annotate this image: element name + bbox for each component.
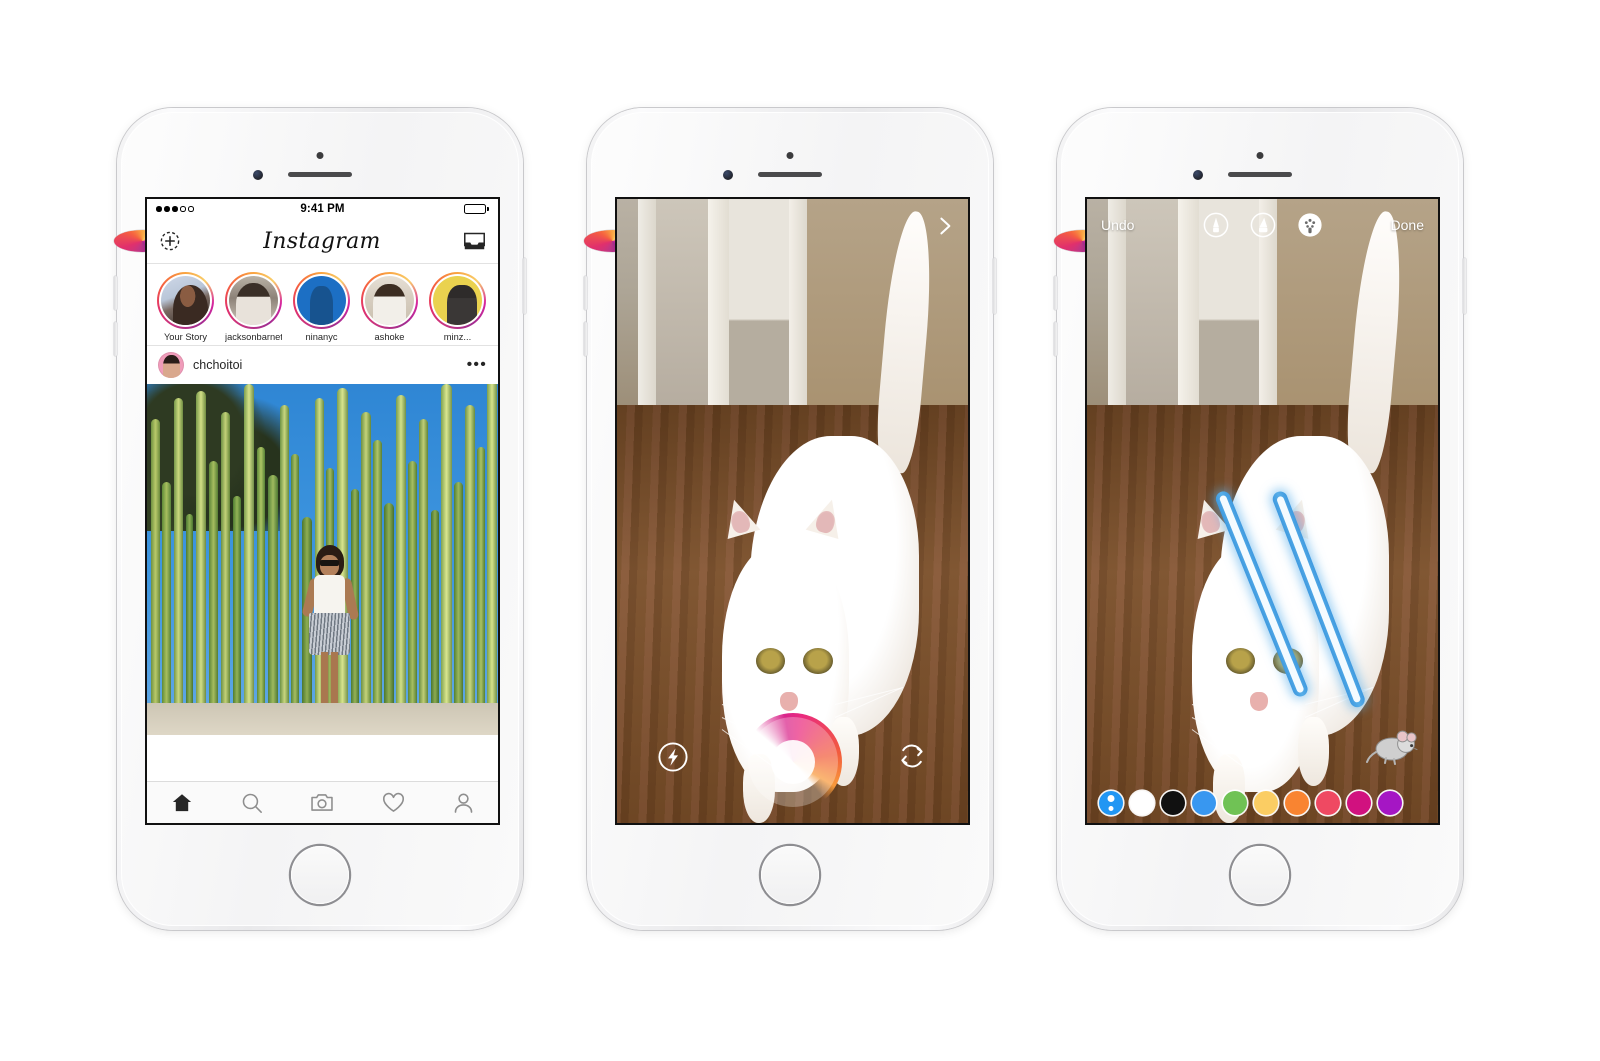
earpiece-speaker [758,172,822,177]
power-button[interactable] [1463,258,1466,314]
color-palette[interactable] [1087,783,1438,823]
story-label: jacksonbarnett [225,332,282,342]
post-more-options-icon[interactable]: ••• [467,357,487,373]
tab-home[interactable] [171,792,193,813]
color-swatch-red[interactable] [1316,791,1340,815]
story-label: minz... [443,332,472,342]
pen-tool-group [1203,212,1323,238]
volume-down-button[interactable] [1054,322,1057,356]
home-button[interactable] [761,846,819,904]
color-swatch-pink[interactable] [1347,791,1371,815]
device-phone-1: 9:41 PM Instagram Your Story jacksonbarn… [114,108,526,930]
story-item[interactable]: ninanyc [293,272,350,342]
proximity-sensor-icon [1256,152,1264,159]
story-item[interactable]: Your Story [157,272,214,342]
front-camera-icon [1193,170,1203,180]
avatar[interactable] [158,352,184,378]
shutter-button[interactable] [743,713,842,811]
tab-camera[interactable] [310,792,334,813]
avatar [296,275,347,326]
volume-down-button[interactable] [114,322,117,356]
home-button[interactable] [1231,846,1289,904]
person-in-photo [301,545,359,707]
eyedropper-icon[interactable] [1099,791,1123,815]
story-item[interactable]: ashoke [361,272,418,342]
story-ring [361,272,418,329]
front-camera-icon [723,170,733,180]
phone-2-screen [617,199,968,823]
proximity-sensor-icon [786,152,794,159]
post-photo[interactable] [147,384,498,735]
phone-3-screen: Undo Done [1087,199,1438,823]
tab-activity[interactable] [382,792,405,813]
done-button[interactable]: Done [1391,217,1424,233]
story-item[interactable]: minz... [429,272,486,342]
neon-glow-pen-icon[interactable] [1297,212,1323,238]
mouse-sticker[interactable] [1366,725,1418,765]
color-swatch-orange[interactable] [1285,791,1309,815]
device-phone-3: Undo Done [1054,108,1466,930]
flash-icon[interactable] [657,741,689,773]
screenshot-stage: 9:41 PM Instagram Your Story jacksonbarn… [0,0,1600,1061]
marker-pen-icon[interactable] [1203,212,1229,238]
tab-profile[interactable] [453,792,474,813]
volume-up-button[interactable] [114,276,117,310]
add-story-camera-icon[interactable] [159,230,181,252]
status-bar: 9:41 PM [147,199,498,219]
story-ring [157,272,214,329]
flip-camera-icon[interactable] [896,741,928,773]
highlighter-pen-icon[interactable] [1250,212,1276,238]
tab-search[interactable] [241,792,263,814]
stories-tray[interactable]: Your Story jacksonbarnett ninanyc ashoke… [147,264,498,346]
volume-down-button[interactable] [584,322,587,356]
home-button[interactable] [291,846,349,904]
status-bar-clock: 9:41 PM [300,203,345,215]
instagram-navbar: Instagram [147,219,498,264]
undo-button[interactable]: Undo [1101,217,1134,233]
story-item[interactable]: jacksonbarnett [225,272,282,342]
avatar [228,275,279,326]
edit-toolbar: Undo Done [1087,199,1438,251]
camera-controls [617,703,968,811]
post-username[interactable]: chchoitoi [193,358,242,372]
edit-canvas[interactable] [1087,199,1438,823]
avatar [432,275,483,326]
phone-1-screen: 9:41 PM Instagram Your Story jacksonbarn… [147,199,498,823]
avatar [160,275,211,326]
earpiece-speaker [288,172,352,177]
proximity-sensor-icon [316,152,324,159]
bottom-tab-bar[interactable] [147,781,498,823]
color-swatch-purple[interactable] [1378,791,1402,815]
power-button[interactable] [523,258,526,314]
story-ring [429,272,486,329]
story-ring [225,272,282,329]
earpiece-speaker [1228,172,1292,177]
volume-up-button[interactable] [1054,276,1057,310]
avatar [364,275,415,326]
volume-up-button[interactable] [584,276,587,310]
color-swatch-black[interactable] [1161,791,1185,815]
front-camera-icon [253,170,263,180]
story-label: Your Story [163,332,208,342]
story-label: ashoke [374,332,405,342]
power-button[interactable] [993,258,996,314]
color-swatch-yellow[interactable] [1254,791,1278,815]
story-label: ninanyc [305,332,338,342]
page-title: Instagram [263,228,381,254]
post-header: chchoitoi ••• [147,346,498,384]
device-phone-2 [584,108,996,930]
color-swatch-green[interactable] [1223,791,1247,815]
direct-inbox-icon[interactable] [463,231,486,252]
color-swatch-blue[interactable] [1192,791,1216,815]
chevron-right-icon[interactable] [939,217,952,235]
story-ring [293,272,350,329]
color-swatch-white[interactable] [1130,791,1154,815]
